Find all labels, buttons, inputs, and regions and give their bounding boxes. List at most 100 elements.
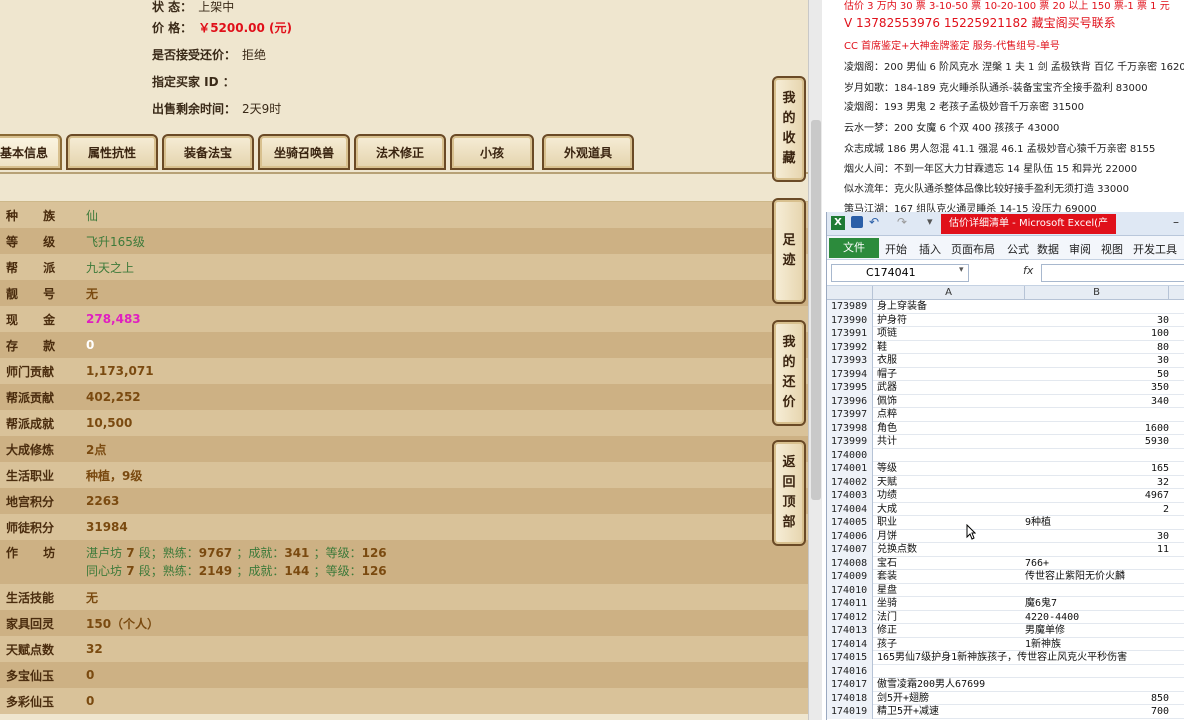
sheet-row[interactable]: 174003 功绩 4967 <box>827 489 1184 503</box>
cell-b[interactable]: 700 <box>1025 705 1169 718</box>
sheet-row[interactable]: 173997 点粹 <box>827 408 1184 422</box>
cell-b[interactable]: 100 <box>1025 327 1169 340</box>
ribbon-tab-view[interactable]: 视图 <box>1101 241 1123 257</box>
ribbon-tab-developer[interactable]: 开发工具 <box>1133 241 1177 257</box>
row-number[interactable]: 173996 <box>827 394 873 408</box>
row-number[interactable]: 174011 <box>827 597 873 611</box>
sheet-row[interactable]: 174004 大成 2 <box>827 502 1184 516</box>
sheet-row[interactable]: 173994 帽子 50 <box>827 367 1184 381</box>
cell-b[interactable]: 2 <box>1025 503 1169 516</box>
cell-a[interactable]: 孩子 <box>877 638 897 651</box>
favorites-button[interactable]: 我的收藏 <box>772 76 806 182</box>
cell-a[interactable]: 鞋 <box>877 341 887 354</box>
cell-a[interactable]: 武器 <box>877 381 897 394</box>
tab-mounts-pets[interactable]: 坐骑召唤兽 <box>258 134 350 170</box>
row-number[interactable]: 174002 <box>827 475 873 489</box>
cell-a[interactable]: 兑换点数 <box>877 543 917 556</box>
cell-a[interactable]: 天赋 <box>877 476 897 489</box>
save-icon[interactable] <box>851 216 863 228</box>
minimize-icon[interactable]: – <box>1173 215 1179 229</box>
sheet-row[interactable]: 173998 角色 1600 <box>827 421 1184 435</box>
sheet-row[interactable]: 173996 佩饰 340 <box>827 394 1184 408</box>
row-number[interactable]: 174005 <box>827 516 873 530</box>
footprints-button[interactable]: 足迹 <box>772 198 806 304</box>
ribbon-tab-data[interactable]: 数据 <box>1037 241 1059 257</box>
sheet-row[interactable]: 174006 月饼 30 <box>827 529 1184 543</box>
page-scrollbar[interactable] <box>808 0 822 720</box>
tab-appearance[interactable]: 外观道具 <box>542 134 634 170</box>
sheet-row[interactable]: 174010 星盘 <box>827 583 1184 597</box>
column-header-b[interactable]: B <box>1025 286 1169 300</box>
quick-access-dropdown-icon[interactable]: ▾ <box>927 215 933 228</box>
sheet-row[interactable]: 174001 等级 165 <box>827 462 1184 476</box>
row-number[interactable]: 173989 <box>827 300 873 314</box>
row-number[interactable]: 174001 <box>827 462 873 476</box>
redo-icon[interactable]: ↷ <box>897 215 907 229</box>
cell-a[interactable]: 剑5开+翅膀 <box>877 692 929 705</box>
ribbon-tab-home[interactable]: 开始 <box>885 241 907 257</box>
back-to-top-button[interactable]: 返回顶部 <box>772 440 806 546</box>
sheet-row[interactable]: 174007 兑换点数 11 <box>827 543 1184 557</box>
cell-a[interactable]: 宝石 <box>877 557 897 570</box>
cell-a[interactable]: 法门 <box>877 611 897 624</box>
sheet-row[interactable]: 174009 套装 传世容止紫阳无价火麟 <box>827 570 1184 584</box>
cell-a[interactable]: 精卫5开+减速 <box>877 705 939 718</box>
column-header-a[interactable]: A <box>873 286 1025 300</box>
sheet-row[interactable]: 174014 孩子 1新神族 <box>827 637 1184 651</box>
row-number[interactable]: 173998 <box>827 421 873 435</box>
cell-b[interactable]: 80 <box>1025 341 1169 354</box>
sheet-row[interactable]: 174019 精卫5开+减速 700 <box>827 705 1184 719</box>
tab-basic-info[interactable]: 基本信息 <box>0 134 62 170</box>
cell-b[interactable]: 340 <box>1025 395 1169 408</box>
sheet-row[interactable]: 174005 职业 9种植 <box>827 516 1184 530</box>
cell-a[interactable]: 项链 <box>877 327 897 340</box>
cell-b[interactable]: 传世容止紫阳无价火麟 <box>1025 570 1169 583</box>
cell-b[interactable]: 50 <box>1025 368 1169 381</box>
ribbon-tab-page-layout[interactable]: 页面布局 <box>951 241 995 257</box>
select-all-corner[interactable] <box>827 286 873 300</box>
row-number[interactable]: 174007 <box>827 543 873 557</box>
cell-a[interactable]: 角色 <box>877 422 897 435</box>
ribbon-tab-insert[interactable]: 插入 <box>919 241 941 257</box>
name-box[interactable]: C174041 <box>831 264 969 282</box>
row-number[interactable]: 173995 <box>827 381 873 395</box>
cell-b[interactable]: 9种植 <box>1025 516 1169 529</box>
cell-a[interactable]: 165男仙7级护身1新神族孩子，传世容止风克火平秒伤害 <box>877 651 1127 664</box>
cell-b[interactable]: 32 <box>1025 476 1169 489</box>
formula-input[interactable] <box>1041 264 1184 282</box>
scrollbar-thumb[interactable] <box>811 120 821 500</box>
my-bargain-button[interactable]: 我的还价 <box>772 320 806 426</box>
sheet-row[interactable]: 174017 傲雪凌霜200男人67699 <box>827 678 1184 692</box>
sheet-row[interactable]: 174013 修正 男魔单修 <box>827 624 1184 638</box>
insert-function-icon[interactable]: fx <box>1023 264 1033 277</box>
name-box-dropdown-icon[interactable]: ▾ <box>959 265 964 275</box>
cell-b[interactable]: 4967 <box>1025 489 1169 502</box>
cell-b[interactable]: 766+ <box>1025 557 1169 570</box>
tab-children[interactable]: 小孩 <box>450 134 534 170</box>
row-number[interactable]: 173992 <box>827 340 873 354</box>
row-number[interactable]: 174004 <box>827 502 873 516</box>
sheet-row[interactable]: 174011 坐骑 魔6鬼7 <box>827 597 1184 611</box>
sheet-row[interactable]: 174015 165男仙7级护身1新神族孩子，传世容止风克火平秒伤害 <box>827 651 1184 665</box>
sheet-row[interactable]: 173992 鞋 80 <box>827 340 1184 354</box>
sheet-row[interactable]: 173991 项链 100 <box>827 327 1184 341</box>
cell-a[interactable]: 帽子 <box>877 368 897 381</box>
row-number[interactable]: 173994 <box>827 367 873 381</box>
sheet-row[interactable]: 174016 <box>827 664 1184 678</box>
cell-a[interactable]: 功绩 <box>877 489 897 502</box>
sheet-row[interactable]: 173993 衣服 30 <box>827 354 1184 368</box>
cell-b[interactable]: 1600 <box>1025 422 1169 435</box>
row-number[interactable]: 173993 <box>827 354 873 368</box>
row-number[interactable]: 174013 <box>827 624 873 638</box>
cell-a[interactable]: 套装 <box>877 570 897 583</box>
row-number[interactable]: 173990 <box>827 313 873 327</box>
sheet-row[interactable]: 173999 共计 5930 <box>827 435 1184 449</box>
row-number[interactable]: 174000 <box>827 448 873 462</box>
cell-b[interactable]: 1新神族 <box>1025 638 1169 651</box>
row-number[interactable]: 174003 <box>827 489 873 503</box>
cell-a[interactable]: 点粹 <box>877 408 897 421</box>
cell-b[interactable]: 11 <box>1025 543 1169 556</box>
cell-a[interactable]: 修正 <box>877 624 897 637</box>
row-number[interactable]: 174014 <box>827 637 873 651</box>
cell-a[interactable]: 身上穿装备 <box>877 300 927 313</box>
